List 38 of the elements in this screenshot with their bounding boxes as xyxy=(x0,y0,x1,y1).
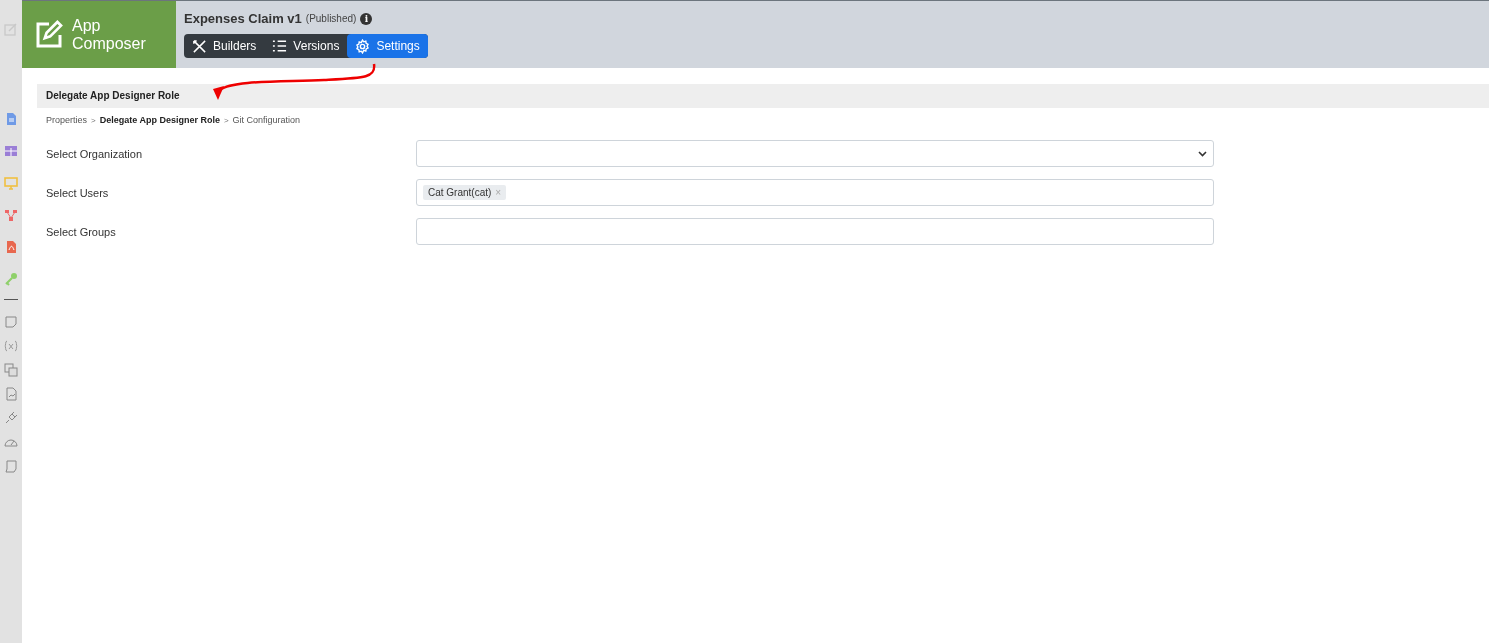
tag-text: Cat Grant(cat) xyxy=(428,187,492,198)
status-label: (Published) xyxy=(305,13,357,24)
app-title: Expenses Claim v1 xyxy=(184,11,302,26)
breadcrumb-separator: > xyxy=(91,115,96,125)
breadcrumb-link[interactable]: Git Configuration xyxy=(232,115,301,125)
tab[interactable]: Versions xyxy=(264,34,348,58)
plug-icon[interactable] xyxy=(4,411,18,425)
note-icon[interactable] xyxy=(4,315,18,329)
pdf-icon[interactable] xyxy=(4,240,18,254)
list-icon xyxy=(272,39,288,53)
tab[interactable]: Settings xyxy=(347,34,428,58)
edit-icon[interactable] xyxy=(4,22,18,36)
app-name: App Composer xyxy=(72,16,146,53)
scroll-icon[interactable] xyxy=(4,459,18,473)
section-header: Delegate App Designer Role xyxy=(37,84,1489,108)
info-icon[interactable]: i xyxy=(360,12,373,25)
monitor-icon[interactable] xyxy=(4,176,18,190)
field-label: Select Organization xyxy=(46,147,143,160)
edit-icon xyxy=(34,19,64,50)
tools-icon xyxy=(192,38,207,54)
variable-icon[interactable] xyxy=(4,339,18,353)
breadcrumb-link[interactable]: Properties xyxy=(46,115,88,125)
chart-file-icon[interactable] xyxy=(4,387,18,401)
field-label: Select Users xyxy=(46,186,110,199)
input-field[interactable] xyxy=(416,218,1214,245)
flowchart-icon[interactable] xyxy=(4,208,18,222)
breadcrumb-link[interactable]: Delegate App Designer Role xyxy=(99,115,220,125)
dropdown-field[interactable] xyxy=(416,140,1214,167)
chevron-down-icon xyxy=(1198,150,1207,157)
tag-input-field[interactable]: Cat Grant(cat) × xyxy=(416,179,1214,206)
field-label: Select Groups xyxy=(46,225,117,238)
settings-icon xyxy=(355,38,371,54)
key-icon[interactable] xyxy=(4,272,18,286)
document-icon[interactable] xyxy=(4,112,18,126)
table-icon[interactable] xyxy=(4,144,18,158)
tab[interactable]: Builders xyxy=(184,34,265,58)
breadcrumb-separator: > xyxy=(223,115,229,125)
translate-icon[interactable] xyxy=(4,363,18,377)
